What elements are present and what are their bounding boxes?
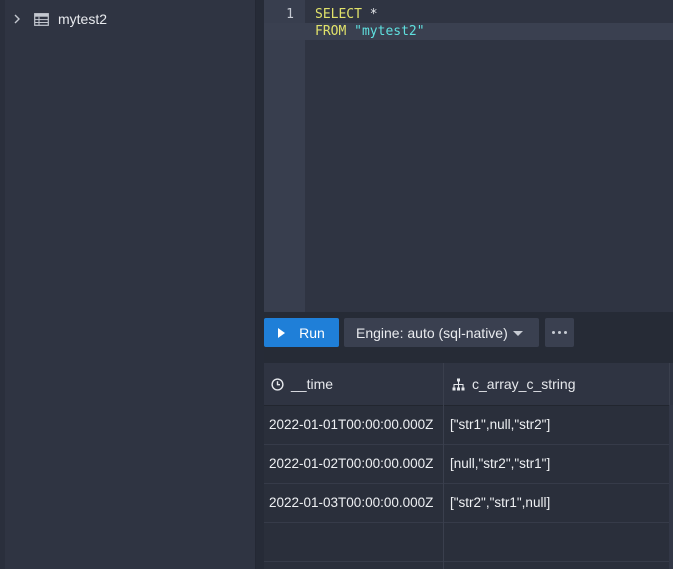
query-toolbar: Run Engine: auto (sql-native) xyxy=(264,312,673,352)
sql-whitespace xyxy=(346,24,354,39)
engine-select-label: Engine: auto (sql-native) xyxy=(356,324,508,341)
column-header-time[interactable]: __time xyxy=(271,363,333,405)
code-line[interactable]: SELECT * xyxy=(305,6,673,23)
column-header-c-array-c-string[interactable]: c_array_c_string xyxy=(452,363,576,405)
table-icon xyxy=(34,12,50,26)
line-number-gutter: 1 2 xyxy=(264,0,305,312)
table-cell: [null,"str2","str1"] xyxy=(450,456,551,471)
table-row[interactable]: 2022-01-01T00:00:00.000Z ["str1",null,"s… xyxy=(264,405,673,445)
run-button[interactable]: Run xyxy=(264,318,339,347)
code-area[interactable]: SELECT * FROM "mytest2" xyxy=(264,0,673,312)
ellipsis-icon xyxy=(558,331,561,334)
column-filler xyxy=(669,405,673,569)
code-line-active[interactable]: FROM "mytest2" xyxy=(264,23,673,40)
table-header-row: __time c_array_c_string xyxy=(264,363,673,406)
table-row-empty xyxy=(264,522,673,562)
sql-operator: * xyxy=(361,7,378,22)
sql-keyword: SELECT xyxy=(315,7,362,22)
line-number: 1 xyxy=(286,7,294,22)
table-cell: 2022-01-02T00:00:00.000Z xyxy=(269,456,434,471)
caret-down-icon xyxy=(513,331,523,336)
chevron-right-icon[interactable] xyxy=(10,12,24,26)
ellipsis-icon xyxy=(552,331,555,334)
hierarchy-icon xyxy=(452,377,466,391)
table-row[interactable]: 2022-01-03T00:00:00.000Z ["str2","str1",… xyxy=(264,483,673,523)
column-header-label: __time xyxy=(291,376,334,392)
play-icon xyxy=(278,327,286,338)
results-table: __time c_array_c_string 2022-01-01T00:00… xyxy=(264,352,673,569)
table-cell: 2022-01-01T00:00:00.000Z xyxy=(269,417,434,432)
results-divider xyxy=(264,352,673,363)
table-cell: ["str1",null,"str2"] xyxy=(450,417,551,432)
query-editor[interactable]: 1 2 SELECT * FROM "mytest2" xyxy=(264,0,673,312)
run-button-label: Run xyxy=(299,324,325,341)
table-cell: 2022-01-03T00:00:00.000Z xyxy=(269,495,434,510)
tree-item-mytest2[interactable]: mytest2 xyxy=(10,8,107,30)
sidebar-edge xyxy=(0,0,5,569)
sql-keyword: FROM xyxy=(315,24,347,39)
tree-item-label: mytest2 xyxy=(58,11,108,27)
ellipsis-icon xyxy=(564,331,567,334)
clock-icon xyxy=(271,377,285,391)
column-divider[interactable] xyxy=(443,363,444,569)
more-options-button[interactable] xyxy=(545,318,574,347)
engine-select[interactable]: Engine: auto (sql-native) xyxy=(344,318,539,347)
panel-splitter[interactable] xyxy=(256,0,264,569)
column-header-label: c_array_c_string xyxy=(472,376,576,392)
sidebar: mytest2 xyxy=(0,0,256,569)
table-row[interactable]: 2022-01-02T00:00:00.000Z [null,"str2","s… xyxy=(264,444,673,484)
sql-string: "mytest2" xyxy=(354,24,425,39)
table-cell: ["str2","str1",null] xyxy=(450,495,551,510)
